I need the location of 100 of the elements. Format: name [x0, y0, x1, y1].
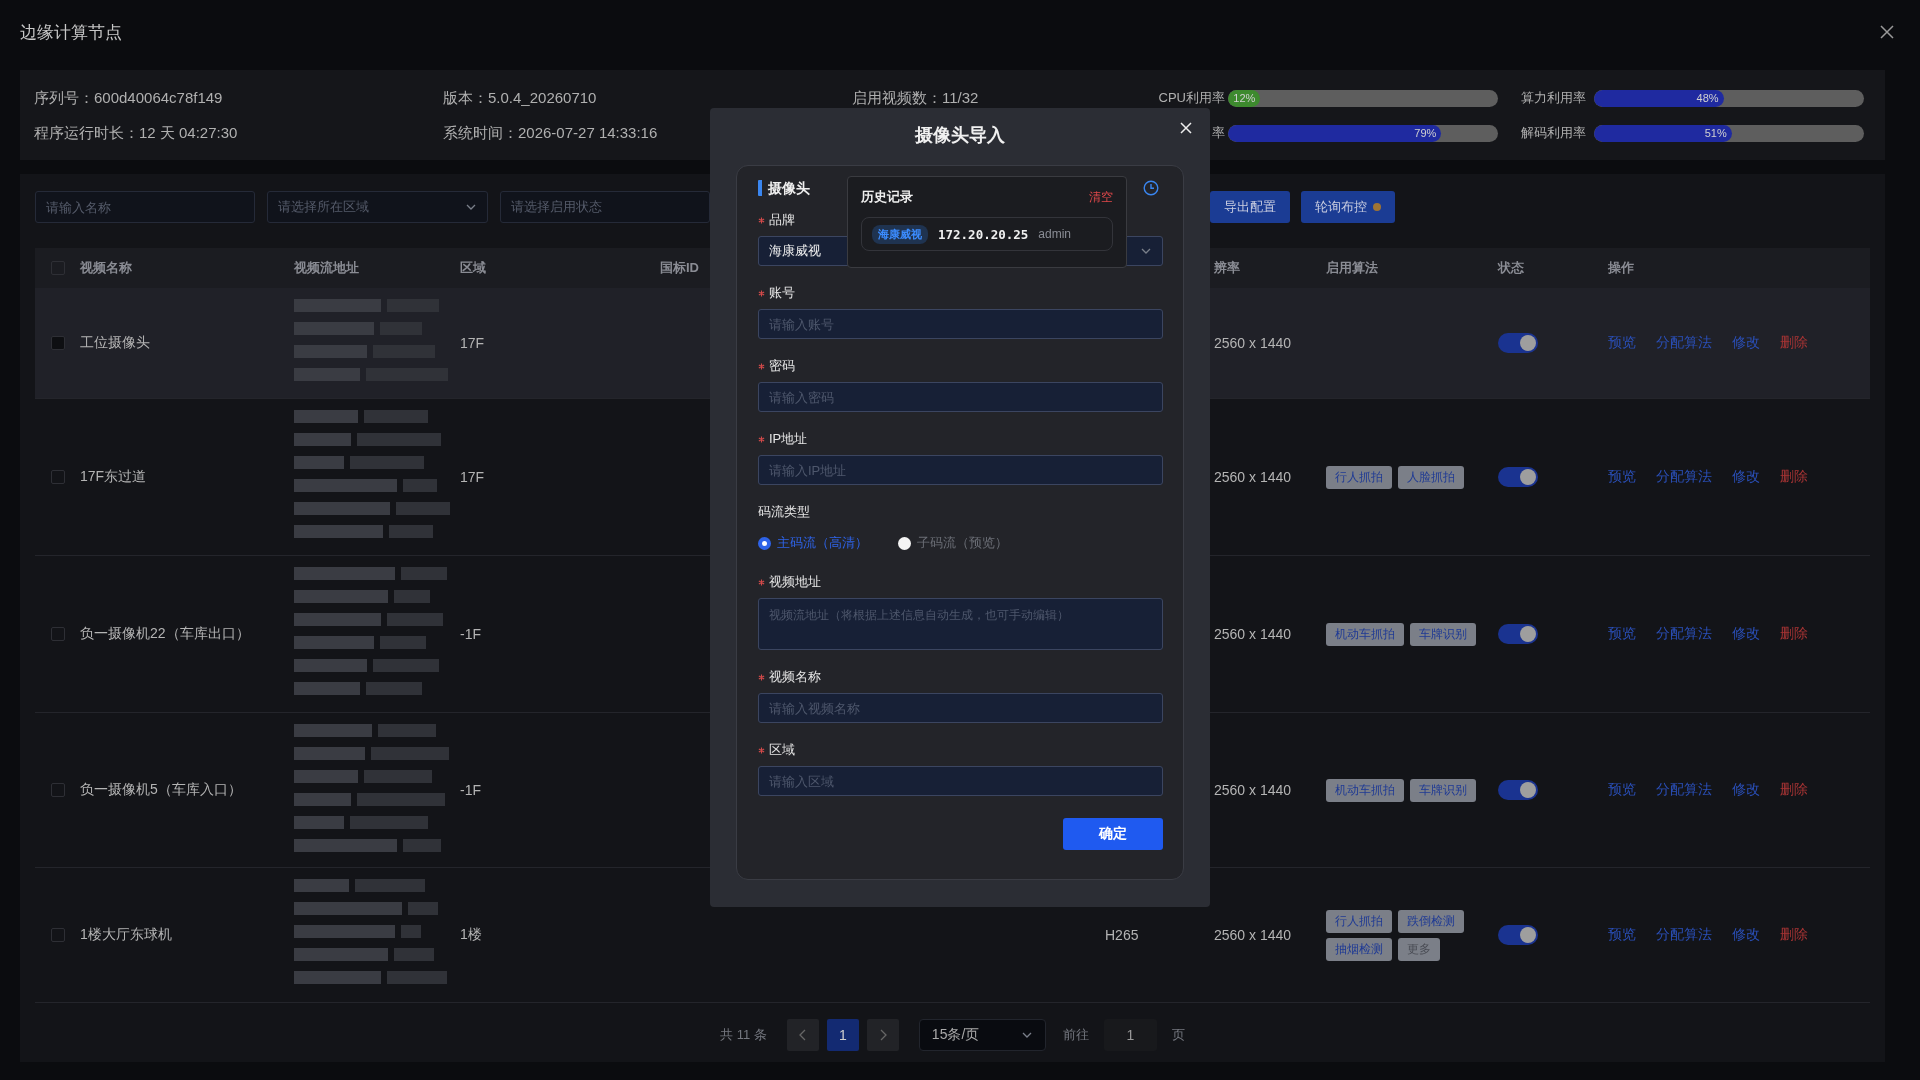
- action-link[interactable]: 预览: [1608, 781, 1636, 799]
- column-header: 区域: [460, 259, 486, 277]
- action-link[interactable]: 分配算法: [1656, 468, 1712, 486]
- status-toggle[interactable]: [1498, 467, 1538, 487]
- info-text: 启用视频数：11/32: [852, 88, 980, 108]
- delete-link[interactable]: 删除: [1780, 926, 1808, 944]
- table-cell: 17F东过道: [80, 468, 147, 486]
- delete-link[interactable]: 删除: [1780, 468, 1808, 486]
- metric-label: CPU利用率: [1158, 89, 1225, 107]
- delete-link[interactable]: 删除: [1780, 781, 1808, 799]
- field-label: 品牌: [769, 211, 795, 229]
- column-header: 状态: [1496, 259, 1524, 277]
- action-link[interactable]: 修改: [1732, 334, 1760, 352]
- field-label: 视频地址: [769, 573, 821, 591]
- row-checkbox[interactable]: [50, 627, 65, 641]
- radio-option[interactable]: 子码流（预览）: [898, 534, 1008, 552]
- action-link[interactable]: 分配算法: [1656, 926, 1712, 944]
- status-toggle[interactable]: [1498, 780, 1538, 800]
- action-link[interactable]: 修改: [1732, 926, 1760, 944]
- action-link[interactable]: 预览: [1608, 468, 1636, 486]
- table-cell: 工位摄像头: [80, 334, 150, 352]
- metric-value: 79%: [1414, 127, 1437, 139]
- goto-page-field[interactable]: 1: [1103, 1019, 1157, 1051]
- row-checkbox[interactable]: [50, 783, 65, 797]
- algorithm-tag: 行人抓拍: [1326, 909, 1392, 933]
- column-header: 操作: [1607, 259, 1634, 277]
- metric-label: 率: [1212, 124, 1225, 142]
- table-cell-text: 2560 x 1440: [1213, 782, 1292, 798]
- search-field[interactable]: 请输入名称: [35, 191, 255, 223]
- column-header: 国标ID: [660, 259, 699, 277]
- metric-value: 12%: [1233, 92, 1256, 104]
- table-cell-text: 2560 x 1440: [1213, 927, 1292, 943]
- table-cell: 17F: [460, 469, 485, 485]
- status-toggle[interactable]: [1498, 925, 1538, 945]
- page-size-select[interactable]: 15条/页: [918, 1019, 1046, 1051]
- table-cell: -1F: [460, 782, 481, 798]
- account-text: admin: [1038, 227, 1071, 241]
- goto-label: 前往: [1062, 1026, 1089, 1044]
- dropdown[interactable]: 请选择所在区域: [267, 191, 488, 223]
- page-button[interactable]: 1: [826, 1019, 859, 1051]
- page-title: 边缘计算节点: [20, 21, 122, 44]
- toolbar-button[interactable]: 导出配置: [1210, 191, 1290, 223]
- section-title: 摄像头: [758, 180, 810, 196]
- delete-link[interactable]: 删除: [1780, 334, 1808, 352]
- table-cell: 1楼: [460, 926, 482, 944]
- field-label: 码流类型: [758, 503, 810, 521]
- table-cell-text: 2560 x 1440: [1213, 626, 1292, 642]
- dialog-title: 摄像头导入: [914, 124, 1006, 147]
- table-cell: 1楼大厅东球机: [80, 926, 172, 944]
- algorithm-tag: 车牌识别: [1410, 622, 1476, 646]
- radio-option[interactable]: 主码流（高清）: [758, 534, 868, 552]
- dropdown[interactable]: 请选择启用状态: [500, 191, 710, 223]
- table-cell: 负一摄像机22（车库出口）: [80, 625, 250, 643]
- row-checkbox[interactable]: [50, 336, 65, 350]
- row-checkbox[interactable]: [50, 928, 65, 942]
- algorithm-tag: 行人抓拍: [1326, 465, 1392, 489]
- column-header: 视频流地址: [293, 259, 359, 277]
- metric-value: 48%: [1696, 92, 1719, 104]
- action-link[interactable]: 预览: [1608, 625, 1636, 643]
- table-cell-text: 2560 x 1440: [1213, 469, 1292, 485]
- action-link[interactable]: 修改: [1732, 781, 1760, 799]
- metric-value: 51%: [1704, 127, 1727, 139]
- clock-icon[interactable]: [1143, 180, 1159, 196]
- status-toggle[interactable]: [1498, 333, 1538, 353]
- table-cell-text: 2560 x 1440: [1213, 335, 1292, 351]
- action-link[interactable]: 预览: [1608, 334, 1636, 352]
- status-toggle[interactable]: [1498, 624, 1538, 644]
- info-text: 程序运行时长：12 天 04:27:30: [34, 123, 239, 143]
- algorithm-tag: 抽烟检测: [1326, 937, 1392, 961]
- history-entry[interactable]: 海康威视 172.20.20.25 admin: [861, 217, 1113, 251]
- delete-link[interactable]: 删除: [1780, 625, 1808, 643]
- column-header: 辨率: [1213, 259, 1240, 277]
- clear-link[interactable]: 清空: [1089, 188, 1113, 206]
- action-link[interactable]: 分配算法: [1656, 334, 1712, 352]
- page-unit-label: 页: [1171, 1026, 1185, 1044]
- action-link[interactable]: 分配算法: [1656, 781, 1712, 799]
- action-link[interactable]: 修改: [1732, 468, 1760, 486]
- field-label: 密码: [769, 357, 795, 375]
- confirm-button[interactable]: 确定: [1063, 818, 1163, 850]
- table-cell-text: H265: [1104, 927, 1139, 943]
- action-link[interactable]: 修改: [1732, 625, 1760, 643]
- metric-label: 算力利用率: [1521, 89, 1586, 107]
- column-header: 视频名称: [80, 259, 132, 277]
- info-text: 序列号：600d40064c78f149: [34, 88, 224, 108]
- popover-title: 历史记录: [861, 188, 913, 206]
- toolbar-button[interactable]: 轮询布控: [1301, 191, 1395, 223]
- status-dot-icon: [1373, 203, 1381, 211]
- table-cell: 负一摄像机5（车库入口）: [80, 781, 242, 799]
- close-icon[interactable]: [1880, 25, 1894, 39]
- info-text: 系统时间：2026-07-27 14:33:16: [443, 123, 659, 143]
- action-link[interactable]: 分配算法: [1656, 625, 1712, 643]
- field-label: 视频名称: [769, 668, 821, 686]
- algorithm-tag: 跌倒检测: [1398, 909, 1464, 933]
- table-cell: 17F: [460, 335, 485, 351]
- total-count: 共 11 条: [720, 1026, 767, 1044]
- table-cell: -1F: [460, 626, 481, 642]
- field-label: IP地址: [769, 430, 808, 448]
- action-link[interactable]: 预览: [1608, 926, 1636, 944]
- row-checkbox[interactable]: [50, 470, 65, 484]
- field-label: 区域: [769, 741, 795, 759]
